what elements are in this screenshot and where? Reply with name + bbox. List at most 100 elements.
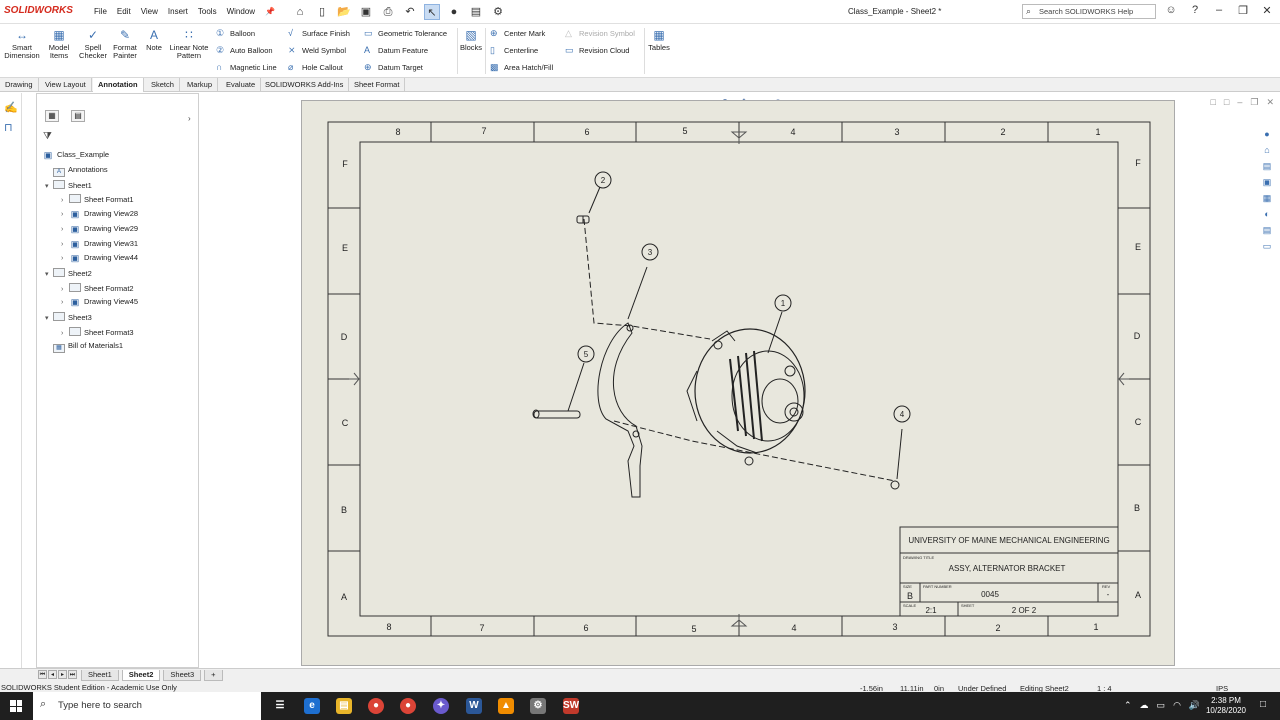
drawing-sheet[interactable]: 8 7 6 5 4 3 2 1 8 7 6 5 4 3 2 1 F E D C — [301, 100, 1175, 666]
line-icon[interactable]: ⊓ — [4, 121, 13, 134]
windows-start-icon[interactable] — [10, 700, 22, 712]
tile-icon[interactable]: □ — [1210, 97, 1215, 108]
file-properties-icon[interactable]: ▤ — [468, 4, 484, 20]
tree-item[interactable]: › ▣ Drawing View31 — [61, 239, 138, 250]
tree-item[interactable]: › ▣ Drawing View29 — [61, 224, 138, 235]
expand-arrow-icon[interactable]: › — [61, 226, 69, 233]
tree-root[interactable]: ▣ Class_Example — [42, 150, 109, 161]
app-icon[interactable]: ✦ — [433, 698, 449, 714]
pin-icon[interactable]: 📌 — [265, 7, 275, 16]
center-mark-button[interactable]: ⊕ Center Mark — [490, 28, 545, 39]
battery-icon[interactable]: ▭ — [1157, 700, 1166, 711]
menu-tools[interactable]: Tools — [198, 7, 217, 16]
tab-view-layout[interactable]: View Layout — [40, 78, 92, 92]
doc-restore-icon[interactable]: ❐ — [1250, 97, 1258, 108]
user-icon[interactable]: ☺ — [1162, 4, 1180, 17]
expand-arrow-icon[interactable]: › — [61, 299, 69, 306]
collapse-arrow-icon[interactable]: ▾ — [45, 182, 53, 190]
minimize-icon[interactable]: – — [1210, 4, 1228, 17]
panel-expand-icon[interactable]: › — [188, 114, 191, 123]
options-gear-icon[interactable]: ⚙ — [490, 4, 506, 20]
open-folder-icon[interactable]: 📂 — [336, 4, 352, 20]
tab-drawing[interactable]: Drawing — [0, 78, 39, 92]
undo-icon[interactable]: ↶ — [402, 4, 418, 20]
expand-arrow-icon[interactable]: › — [61, 197, 69, 204]
previous-sheet-icon[interactable]: ◂ — [48, 670, 57, 679]
blocks-button[interactable]: ▧ Blocks — [459, 28, 483, 52]
menu-insert[interactable]: Insert — [168, 7, 188, 16]
home-resources-icon[interactable]: ⌂ — [1260, 145, 1274, 158]
alternator-part[interactable] — [686, 328, 806, 466]
menu-window[interactable]: Window — [227, 7, 255, 16]
tree-item[interactable]: › Sheet Format2 — [61, 282, 134, 293]
sheet-tab-sheet3[interactable]: Sheet3 — [163, 670, 202, 681]
geometric-tolerance-button[interactable]: ▭ Geometric Tolerance — [364, 28, 447, 39]
tree-item[interactable]: › Sheet Format1 — [61, 194, 134, 204]
task-view-icon[interactable]: ☰ — [272, 698, 288, 714]
bolt-part[interactable] — [576, 215, 590, 224]
nut-part[interactable] — [890, 480, 900, 490]
sheet-tab-sheet1[interactable]: Sheet1 — [81, 670, 119, 681]
close-icon[interactable]: ✕ — [1258, 4, 1276, 17]
centerline-button[interactable]: ▯ Centerline — [490, 45, 538, 56]
smart-dimension-button[interactable]: ↔ Smart Dimension — [4, 28, 40, 60]
auto-balloon-button[interactable]: ② Auto Balloon — [216, 45, 273, 56]
expand-arrow-icon[interactable]: › — [61, 286, 69, 293]
tree-item[interactable]: › ▣ Drawing View44 — [61, 253, 138, 264]
help-search-input[interactable]: ⌕ Search SOLIDWORKS Help — [1022, 4, 1156, 19]
word-icon[interactable]: W — [466, 698, 482, 714]
tree-item[interactable]: ▦ Bill of Materials1 — [45, 341, 123, 354]
expand-arrow-icon[interactable]: › — [61, 330, 69, 337]
forum-icon[interactable]: ▭ — [1260, 241, 1274, 254]
appearances-icon[interactable]: ◐ — [1260, 209, 1274, 222]
format-painter-button[interactable]: ✎ Format Painter — [110, 28, 140, 60]
restore-icon[interactable]: ❐ — [1234, 4, 1252, 17]
last-sheet-icon[interactable]: ⏭ — [68, 670, 77, 679]
solidworks-resources-icon[interactable]: ● — [1260, 129, 1274, 142]
property-manager-tab-icon[interactable]: ▤ — [71, 110, 85, 122]
file-explorer-taskbar-icon[interactable]: ▤ — [336, 698, 352, 714]
tree-item[interactable]: › Sheet Format3 — [61, 326, 134, 337]
expand-arrow-icon[interactable]: › — [61, 255, 69, 262]
first-sheet-icon[interactable]: ⏮ — [38, 670, 47, 679]
solidworks-taskbar-icon[interactable]: SW — [563, 698, 579, 714]
select-arrow-icon[interactable]: ↖ — [424, 4, 440, 20]
graphics-area[interactable]: ⌕ ⌖ ⌕ ↗ ↻ ✥ □ ◉ ◐ □ □ – ❐ ✕ ● ⌂ ▤ ▣ ▦ ◐ … — [200, 93, 1280, 668]
hole-callout-button[interactable]: ⌀ Hole Callout — [288, 62, 343, 73]
chrome-icon[interactable]: ● — [368, 698, 384, 714]
view-palette-icon[interactable]: ▦ — [1260, 193, 1274, 206]
datum-target-button[interactable]: ⊕ Datum Target — [364, 62, 423, 73]
taskbar-search-input[interactable]: ⌕ Type here to search — [33, 692, 261, 720]
tree-item[interactable]: › ▣ Drawing View45 — [61, 297, 138, 308]
sketch-ink-icon[interactable]: ✍ — [4, 101, 18, 114]
filter-icon[interactable]: ⧩ — [43, 131, 52, 142]
balloon-button[interactable]: ① Balloon — [216, 28, 255, 39]
cloud-icon[interactable]: ☁ — [1140, 700, 1149, 711]
taskbar-clock[interactable]: 2:38 PM 10/28/2020 — [1198, 696, 1254, 716]
weld-symbol-button[interactable]: ⨯ Weld Symbol — [288, 45, 346, 56]
alternator-bracket-part[interactable] — [597, 322, 643, 498]
expand-arrow-icon[interactable]: › — [61, 241, 69, 248]
menu-view[interactable]: View — [141, 7, 158, 16]
doc-minimize-icon[interactable]: – — [1237, 97, 1242, 108]
revision-symbol-button[interactable]: △ Revision Symbol — [565, 28, 635, 39]
tray-chevron-icon[interactable]: ⌃ — [1124, 700, 1132, 711]
exploded-assembly-view[interactable] — [532, 186, 903, 498]
tab-solidworks-addins[interactable]: SOLIDWORKS Add-Ins — [260, 78, 350, 92]
next-sheet-icon[interactable]: ▸ — [58, 670, 67, 679]
new-document-icon[interactable]: ▯ — [314, 4, 330, 20]
surface-finish-button[interactable]: √ Surface Finish — [288, 28, 350, 38]
tree-item[interactable]: ▾ Sheet3 — [45, 312, 92, 322]
help-icon[interactable]: ? — [1186, 4, 1204, 17]
design-library-icon[interactable]: ▤ — [1260, 161, 1274, 174]
toolbox-icon[interactable]: ⚙ — [530, 698, 546, 714]
sheet-tab-sheet2[interactable]: Sheet2 — [121, 670, 161, 681]
tab-sketch[interactable]: Sketch — [146, 78, 180, 92]
edge-browser-icon[interactable]: e — [304, 698, 320, 714]
magnetic-line-button[interactable]: ∩ Magnetic Line — [216, 62, 277, 72]
feature-manager-tab-icon[interactable]: ▦ — [45, 110, 59, 122]
solidworks-logo[interactable]: SOLIDWORKS — [4, 5, 73, 16]
chrome-profile-icon[interactable]: ● — [400, 698, 416, 714]
doc-close-icon[interactable]: ✕ — [1266, 97, 1274, 108]
tab-annotation[interactable]: Annotation — [93, 78, 144, 92]
